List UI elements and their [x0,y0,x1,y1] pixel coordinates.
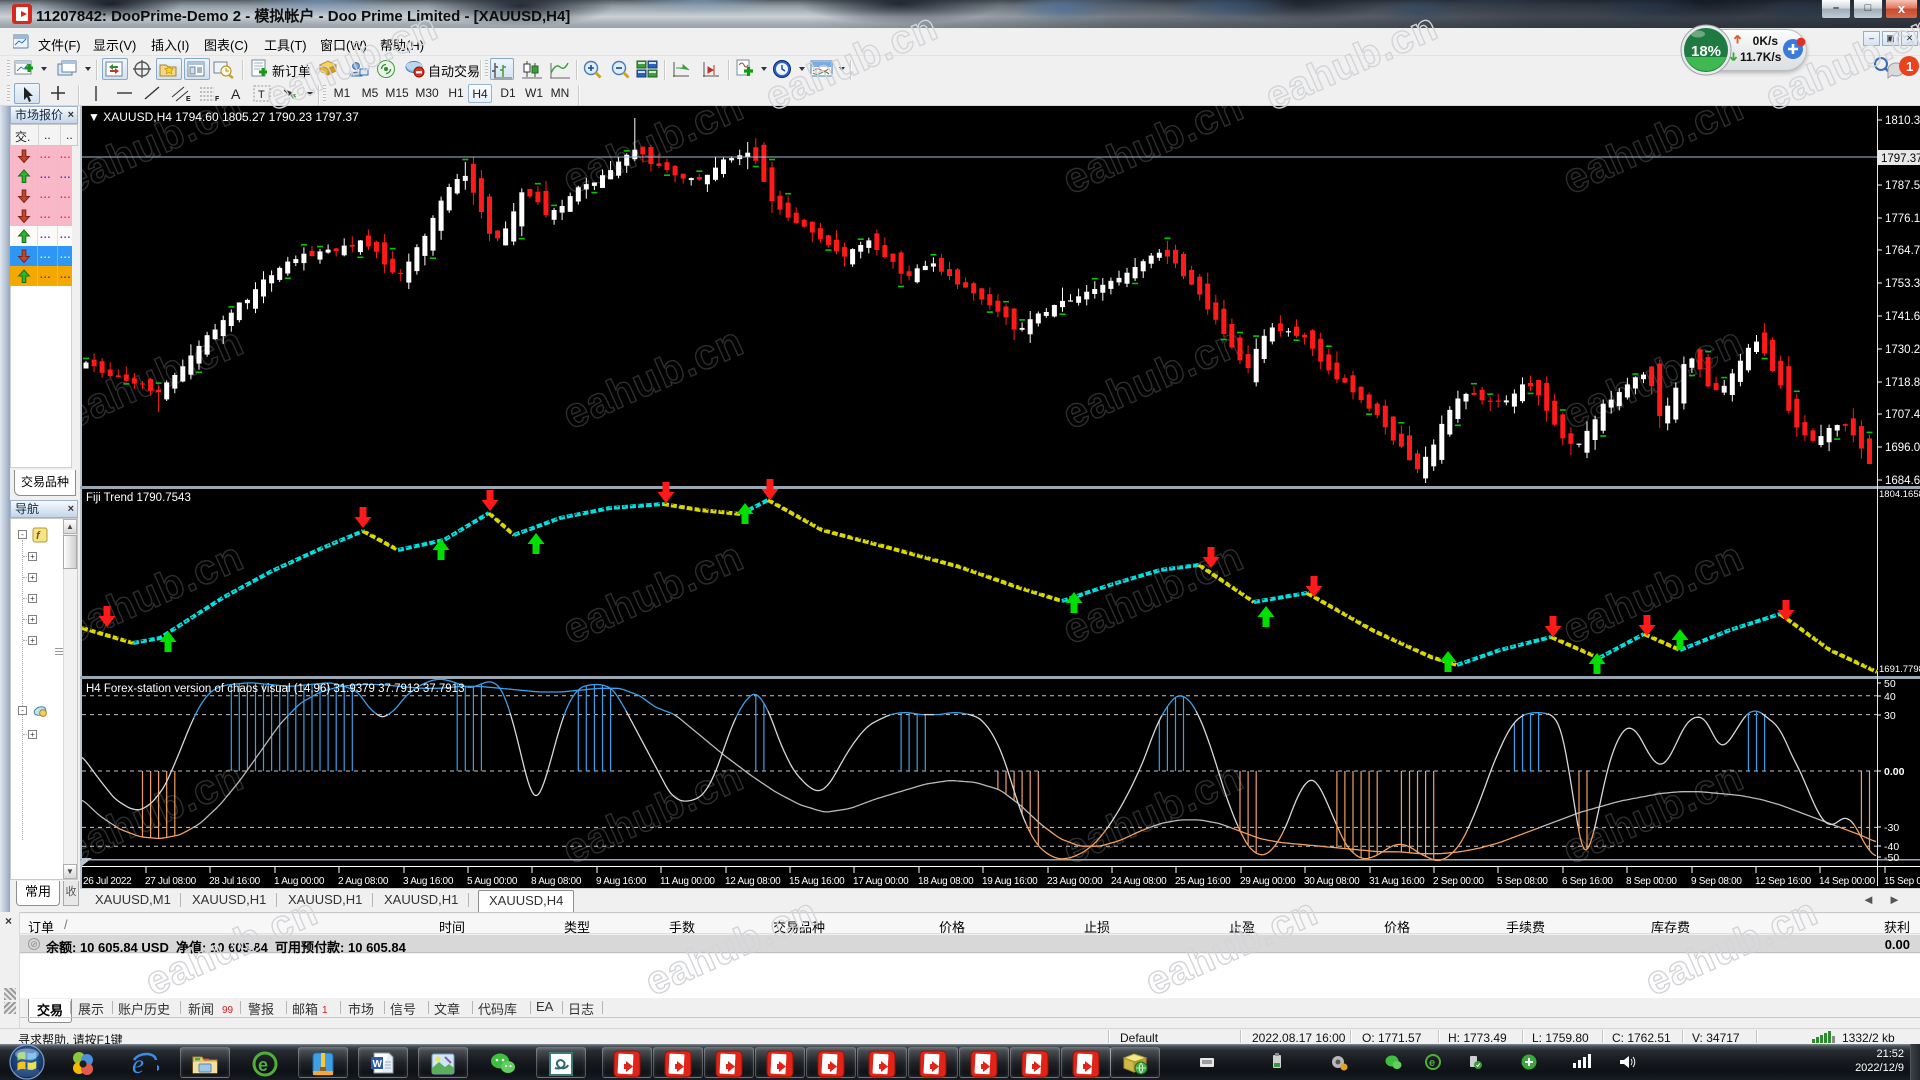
svg-text:▼ XAUUSD,H4 1794.60 1805.27 1: ▼ XAUUSD,H4 1794.60 1805.27 1790.23 1797… [88,110,359,124]
svg-text:1787.50: 1787.50 [1885,180,1920,192]
svg-text:1776.10: 1776.10 [1885,213,1920,225]
svg-text:1810.30: 1810.30 [1885,115,1920,127]
svg-text:23 Aug 00:00: 23 Aug 00:00 [1047,876,1103,887]
svg-text:17 Aug 00:00: 17 Aug 00:00 [853,876,909,887]
svg-text:30: 30 [1884,710,1896,722]
svg-text:2 Sep 00:00: 2 Sep 00:00 [1433,876,1484,887]
svg-text:1730.20: 1730.20 [1885,344,1920,356]
svg-text:12 Sep 16:00: 12 Sep 16:00 [1755,876,1812,887]
svg-text:1804.1658: 1804.1658 [1879,489,1920,500]
svg-text:1718.80: 1718.80 [1885,377,1920,389]
svg-text:F: F [215,96,220,103]
svg-text:19 Aug 16:00: 19 Aug 16:00 [982,876,1038,887]
svg-text:3 Aug 16:00: 3 Aug 16:00 [403,876,454,887]
svg-text:29 Aug 00:00: 29 Aug 00:00 [1240,876,1296,887]
svg-text:1741.60: 1741.60 [1885,311,1920,323]
svg-text:1691.7798: 1691.7798 [1879,664,1920,675]
svg-text:1797.37: 1797.37 [1881,153,1920,165]
svg-text:1764.70: 1764.70 [1885,245,1920,257]
svg-text:25 Aug 16:00: 25 Aug 16:00 [1175,876,1231,887]
svg-text:9 Sep 08:00: 9 Sep 08:00 [1691,876,1742,887]
svg-text:A: A [231,86,241,102]
svg-text:30 Aug 08:00: 30 Aug 08:00 [1304,876,1360,887]
svg-text:40: 40 [1884,691,1896,703]
svg-text:1 Aug 00:00: 1 Aug 00:00 [274,876,325,887]
svg-text:26 Jul 2022: 26 Jul 2022 [83,876,132,887]
svg-text:18 Aug 08:00: 18 Aug 08:00 [918,876,974,887]
svg-text:W: W [373,1059,383,1070]
svg-text:H4 Forex-station version of ch: H4 Forex-station version of chaos visual… [86,683,464,695]
svg-text:15 Sep 08:00: 15 Sep 08:00 [1884,876,1920,887]
svg-text:2 Aug 08:00: 2 Aug 08:00 [338,876,389,887]
svg-text:1696.00: 1696.00 [1885,442,1920,454]
svg-text:28 Jul 16:00: 28 Jul 16:00 [209,876,261,887]
svg-text:27 Jul 08:00: 27 Jul 08:00 [145,876,197,887]
svg-text:31 Aug 16:00: 31 Aug 16:00 [1369,876,1425,887]
svg-text:E: E [186,96,191,103]
svg-text:1707.40: 1707.40 [1885,409,1920,421]
svg-text:24 Aug 08:00: 24 Aug 08:00 [1111,876,1167,887]
svg-text:9 Aug 16:00: 9 Aug 16:00 [596,876,647,887]
svg-text:50: 50 [1884,678,1896,690]
svg-text:5 Aug 00:00: 5 Aug 00:00 [467,876,518,887]
svg-text:6 Sep 16:00: 6 Sep 16:00 [1562,876,1613,887]
svg-text:14 Sep 00:00: 14 Sep 00:00 [1819,876,1876,887]
svg-text:e: e [258,1055,268,1075]
svg-text:e: e [1429,1057,1435,1069]
svg-text:1684.60: 1684.60 [1885,475,1920,487]
svg-text:5 Sep 08:00: 5 Sep 08:00 [1497,876,1548,887]
svg-text:Fiji Trend 1790.7543: Fiji Trend 1790.7543 [86,492,191,504]
svg-text:-30: -30 [1884,822,1899,834]
svg-text:1753.30: 1753.30 [1885,278,1920,290]
svg-text:0.00: 0.00 [1884,766,1905,778]
svg-text:8 Aug 08:00: 8 Aug 08:00 [531,876,582,887]
svg-text:8 Sep 00:00: 8 Sep 00:00 [1626,876,1677,887]
svg-text:18%: 18% [1691,43,1721,60]
svg-text:12 Aug 08:00: 12 Aug 08:00 [725,876,781,887]
svg-text:15 Aug 16:00: 15 Aug 16:00 [789,876,845,887]
svg-text:-50: -50 [1884,852,1899,864]
svg-text:11 Aug 00:00: 11 Aug 00:00 [660,876,715,887]
